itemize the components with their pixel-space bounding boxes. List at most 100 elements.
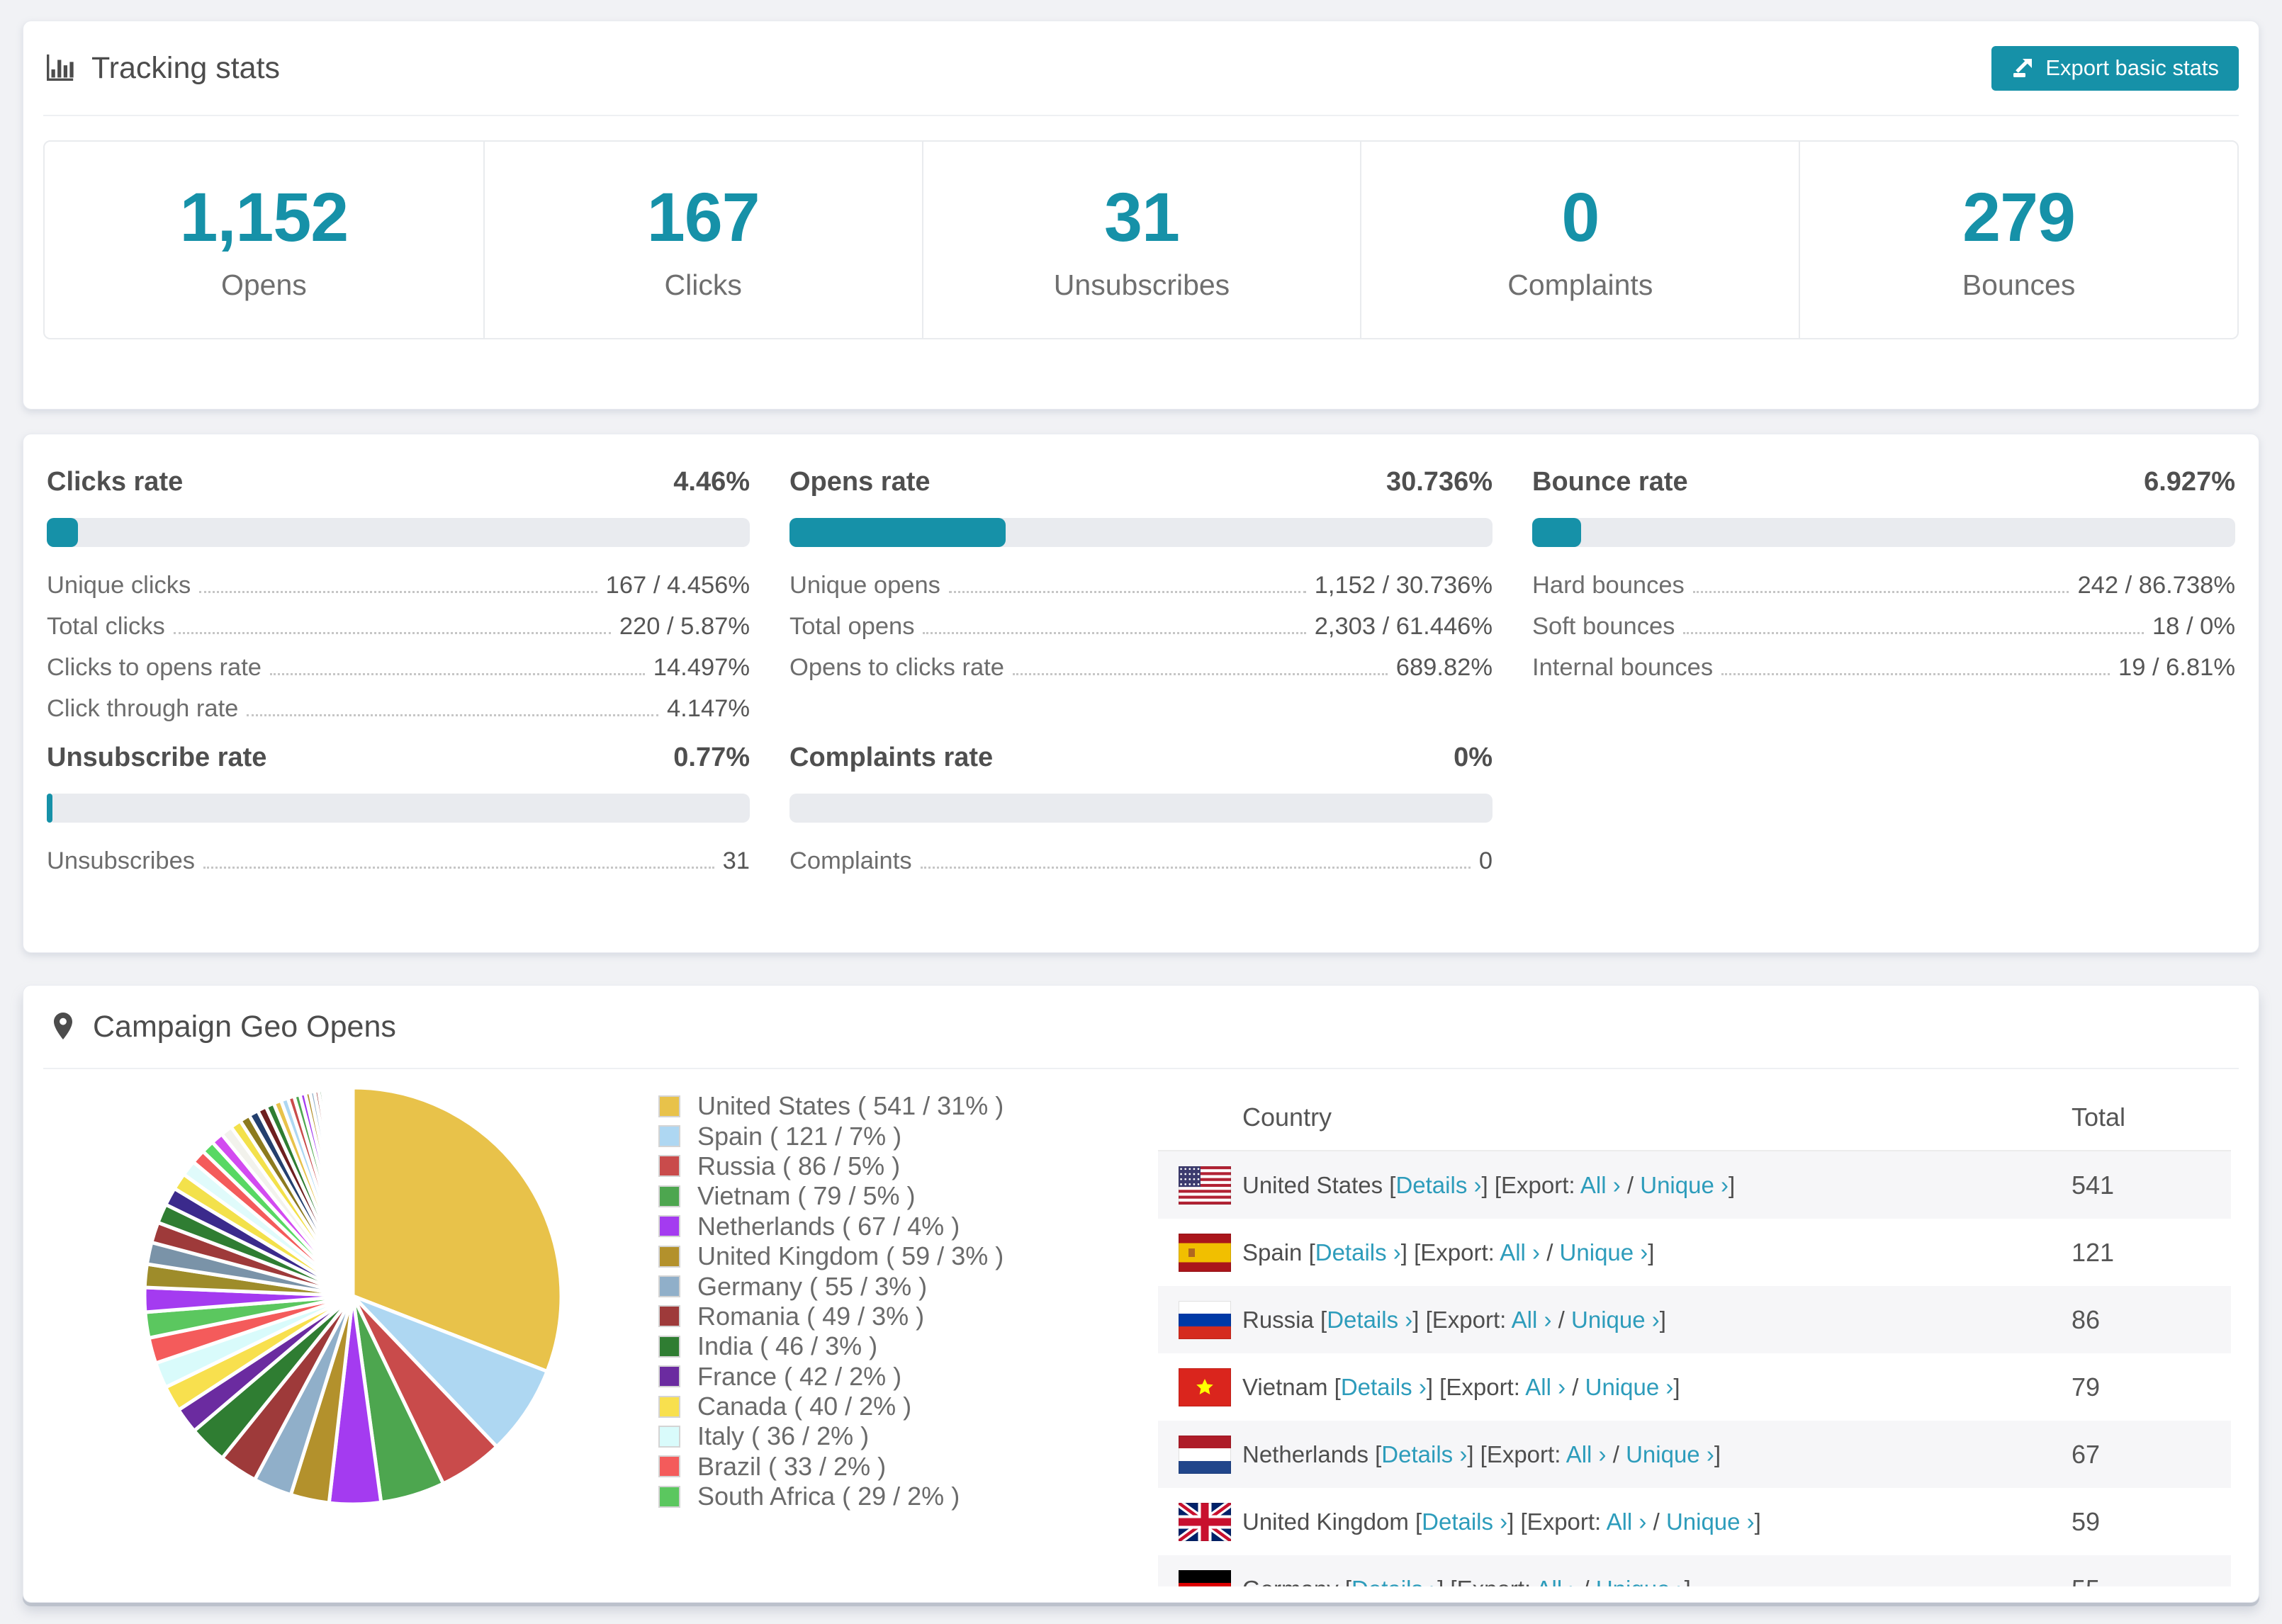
country-total: 121: [2072, 1237, 2115, 1267]
country-name: Germany [: [1242, 1576, 1351, 1587]
country-total: 541: [2072, 1170, 2115, 1200]
country-cell: Spain [Details ›] [Export: All › / Uniqu…: [1242, 1239, 1655, 1265]
legend-item-vietnam: Vietnam ( 79 / 5% ): [658, 1181, 1004, 1211]
rate-row-opens-to-clicks-rate: Opens to clicks rate 689.82%: [789, 641, 1493, 682]
export-unique-link[interactable]: Unique ›: [1560, 1239, 1648, 1265]
rate-row-total-clicks: Total clicks 220 / 5.87%: [47, 599, 750, 641]
legend-swatch: [658, 1125, 680, 1148]
country-name: Spain [: [1242, 1239, 1315, 1265]
geo-opens-card: Campaign Geo Opens United States ( 541 /…: [23, 985, 2259, 1603]
geo-table-row-spain: Spain [Details ›] [Export: All › / Uniqu…: [1158, 1219, 2231, 1286]
dotted-leader: [948, 591, 1306, 593]
progress-fill: [47, 794, 52, 823]
stat-label: Unsubscribes: [1053, 269, 1230, 301]
rate-row-soft-bounces: Soft bounces 18 / 0%: [1532, 599, 2235, 641]
export-unique-link[interactable]: Unique ›: [1596, 1576, 1685, 1587]
legend-swatch: [658, 1485, 680, 1508]
legend-label: Romania ( 49 / 3% ): [697, 1301, 925, 1331]
dotted-leader: [1012, 673, 1388, 675]
export-all-link[interactable]: All ›: [1512, 1307, 1552, 1333]
rate-title: Opens rate: [789, 467, 931, 497]
export-all-link[interactable]: All ›: [1607, 1509, 1647, 1535]
legend-swatch: [658, 1425, 680, 1448]
country-flag-ru: [1179, 1300, 1231, 1339]
tracking-stats-header: Tracking stats Export basic stats: [43, 21, 2239, 116]
geo-table-row-united-kingdom: United Kingdom [Details ›] [Export: All …: [1158, 1488, 2231, 1555]
stat-label: Clicks: [664, 269, 742, 301]
geo-table-row-united-states: United States [Details ›] [Export: All ›…: [1158, 1151, 2231, 1219]
export-unique-link[interactable]: Unique ›: [1571, 1307, 1660, 1333]
country-cell: Vietnam [Details ›] [Export: All › / Uni…: [1242, 1373, 1680, 1400]
tracking-stats-card: Tracking stats Export basic stats 1,152 O…: [23, 21, 2259, 410]
geo-table: Country Total United States [Details ›] …: [1158, 1085, 2231, 1586]
geo-title: Campaign Geo Opens: [93, 1009, 396, 1044]
details-link[interactable]: Details ›: [1327, 1307, 1412, 1333]
export-all-link[interactable]: All ›: [1580, 1172, 1621, 1198]
details-link[interactable]: Details ›: [1395, 1172, 1481, 1198]
rate-row-value: 167 / 4.456%: [605, 572, 750, 599]
legend-swatch: [658, 1455, 680, 1478]
dotted-leader: [173, 632, 611, 634]
rate-block-clicks-rate: Clicks rate 4.46% Unique clicks 167 / 4.456…: [47, 466, 750, 723]
export-unique-link[interactable]: Unique ›: [1666, 1509, 1755, 1535]
legend-label: India ( 46 / 3% ): [697, 1331, 878, 1361]
export-all-link[interactable]: All ›: [1536, 1576, 1576, 1587]
country-total: 67: [2072, 1439, 2101, 1469]
geo-content: United States ( 541 / 31% ) Spain ( 121 /…: [23, 1069, 2259, 1602]
details-link[interactable]: Details ›: [1422, 1509, 1507, 1535]
legend-item-italy: Italy ( 36 / 2% ): [658, 1421, 1004, 1451]
rate-block-opens-rate: Opens rate 30.736% Unique opens 1,152 / 30.…: [789, 466, 1493, 723]
rate-title: Complaints rate: [789, 743, 994, 772]
rate-row-label: Hard bounces: [1532, 572, 1685, 599]
rate-row-label: Opens to clicks rate: [789, 654, 1004, 681]
legend-swatch: [658, 1215, 680, 1238]
export-all-link[interactable]: All ›: [1500, 1239, 1540, 1265]
export-unique-link[interactable]: Unique ›: [1626, 1441, 1714, 1467]
rate-value: 0%: [1454, 743, 1493, 772]
country-flag-us: [1179, 1166, 1231, 1205]
geo-pie-chart: [140, 1083, 566, 1509]
details-link[interactable]: Details ›: [1341, 1374, 1427, 1400]
rate-value: 4.46%: [673, 467, 750, 497]
export-unique-link[interactable]: Unique ›: [1640, 1172, 1729, 1198]
export-unique-link[interactable]: Unique ›: [1585, 1374, 1674, 1400]
total-column-header: Total: [2072, 1103, 2126, 1132]
details-link[interactable]: Details ›: [1351, 1576, 1437, 1587]
progress-fill: [47, 518, 79, 547]
legend-swatch: [658, 1305, 680, 1328]
export-all-link[interactable]: All ›: [1525, 1374, 1566, 1400]
legend-label: Vietnam ( 79 / 5% ): [697, 1181, 916, 1211]
legend-label: Brazil ( 33 / 2% ): [697, 1451, 887, 1481]
country-cell: Russia [Details ›] [Export: All › / Uniq…: [1242, 1306, 1666, 1333]
legend-item-south-africa: South Africa ( 29 / 2% ): [658, 1482, 1004, 1511]
country-cell: Netherlands [Details ›] [Export: All › /…: [1242, 1440, 1721, 1467]
rate-row-complaints: Complaints 0: [789, 834, 1493, 875]
legend-item-russia: Russia ( 86 / 5% ): [658, 1151, 1004, 1181]
rate-row-value: 19 / 6.81%: [2118, 654, 2235, 681]
geo-table-row-germany: Germany [Details ›] [Export: All › / Uni…: [1158, 1555, 2231, 1586]
country-column-header: Country: [1242, 1103, 1332, 1132]
rate-row-label: Clicks to opens rate: [47, 654, 262, 681]
rate-row-value: 0: [1478, 847, 1493, 874]
rate-title: Unsubscribe rate: [47, 743, 267, 772]
legend-item-india: India ( 46 / 3% ): [658, 1331, 1004, 1361]
stat-label: Bounces: [1962, 269, 2076, 301]
rate-value: 30.736%: [1386, 467, 1493, 497]
dotted-leader: [1721, 673, 2110, 675]
rate-row-clicks-to-opens-rate: Clicks to opens rate 14.497%: [47, 641, 750, 682]
geo-table-header: Country Total: [1158, 1085, 2231, 1151]
legend-label: United States ( 541 / 31% ): [697, 1091, 1004, 1121]
country-total: 59: [2072, 1506, 2101, 1536]
dotted-leader: [1692, 591, 2069, 593]
export-button-label: Export basic stats: [2045, 55, 2219, 80]
geo-table-row-netherlands: Netherlands [Details ›] [Export: All › /…: [1158, 1421, 2231, 1488]
progress-bar: [1532, 518, 2235, 547]
rate-row-label: Unique opens: [789, 572, 940, 599]
country-name: Netherlands [: [1242, 1440, 1382, 1467]
export-all-link[interactable]: All ›: [1566, 1441, 1607, 1467]
details-link[interactable]: Details ›: [1381, 1441, 1467, 1467]
export-basic-stats-button[interactable]: Export basic stats: [1991, 45, 2239, 91]
stat-card-opens: 1,152 Opens: [45, 142, 483, 338]
country-flag-nl: [1179, 1435, 1231, 1474]
details-link[interactable]: Details ›: [1315, 1239, 1401, 1265]
